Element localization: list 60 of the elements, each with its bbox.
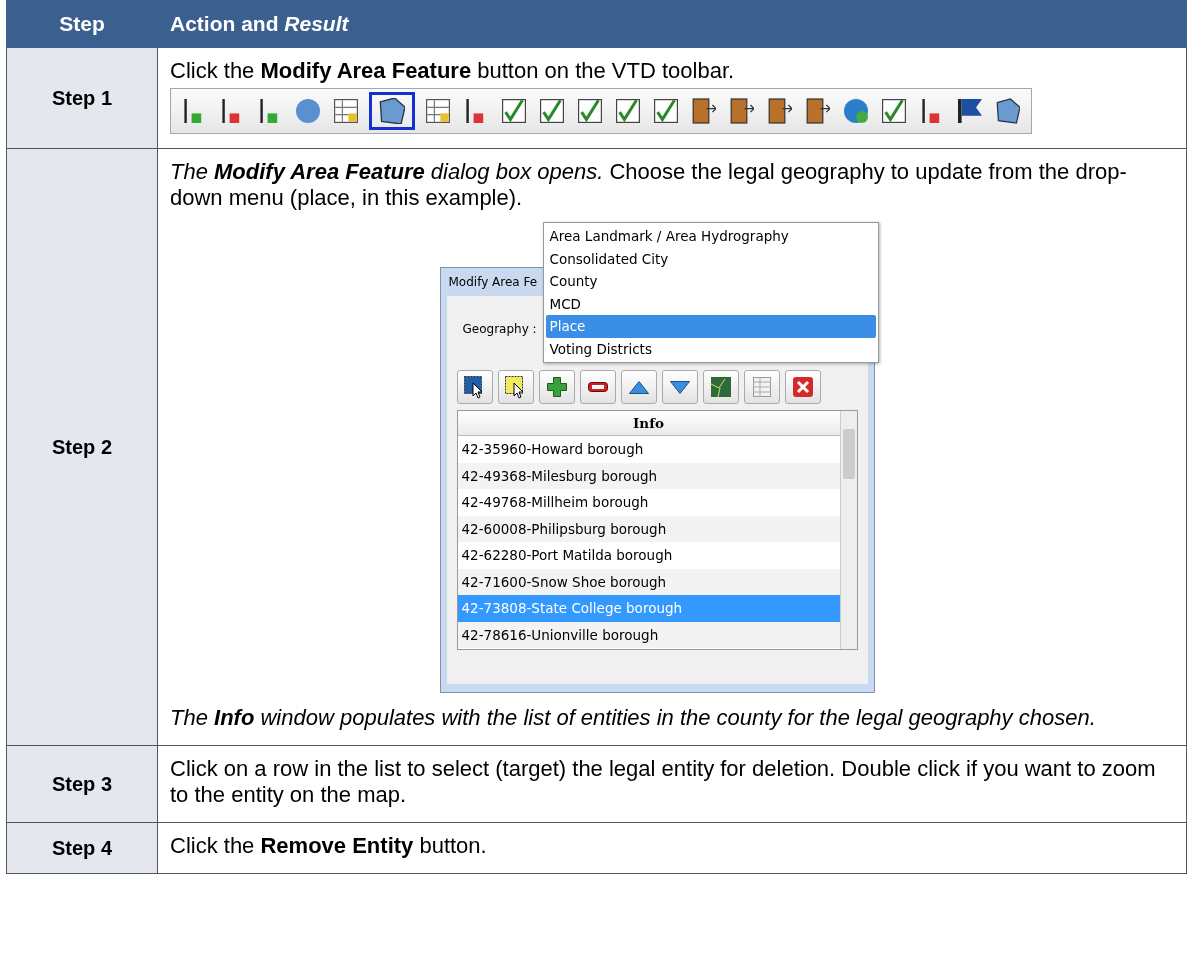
shape-tool-icon [379,98,405,124]
close-icon [792,377,813,397]
map-button[interactable] [702,370,739,404]
door-tool-icon [806,98,830,124]
down-button[interactable] [661,370,698,404]
instruction-text: Click the Remove Entity button. [170,833,488,859]
check-tool-icon [540,98,564,124]
check-tool-icon [502,98,526,124]
dropdown-option[interactable]: County [545,270,876,293]
check-tool-icon [578,98,602,124]
step-label: Step 1 [52,87,112,109]
up-button[interactable] [620,370,657,404]
scrollbar[interactable] [839,411,857,649]
plus-button[interactable] [538,370,575,404]
select-button[interactable] [497,370,534,404]
list-row[interactable]: 42-78616-Unionville borough [457,621,840,648]
dropdown-option[interactable]: MCD [545,292,876,315]
toolbar-button[interactable] [369,92,415,130]
dropdown-option[interactable]: Voting Districts [545,337,876,360]
step-label: Step 4 [52,837,112,859]
column-header: Action and Result [157,0,1187,48]
grid-icon [752,377,771,397]
list-row[interactable]: 42-62280-Port Matilda borough [457,542,840,569]
column-header: Step [6,0,158,48]
close-button[interactable] [784,370,821,404]
flag-tool-icon [958,98,982,124]
select-button[interactable] [456,370,493,404]
step-label: Step 3 [52,773,112,795]
check-tool-icon [616,98,640,124]
dialog-title: Modify Area Fe [448,275,538,289]
check-tool-icon [882,98,906,124]
door-tool-icon [692,98,716,124]
instruction-text: Click the Modify Area Feature button on the VTD toolbar. [170,58,736,84]
note-text: The Info window populates with the list of entities in the county for the legal geography chosen. [170,705,1097,731]
check-tool-icon [654,98,678,124]
instruction-text: The Modify Area Feature dialog box opens. Choose the legal geography to update from the drop-down menu (place, in this example). [170,159,1128,211]
circle-tool-icon [296,98,320,124]
list-row[interactable]: 42-60008-Philipsburg borough [457,515,840,542]
list-row[interactable]: 42-49768-Millheim borough [457,489,840,516]
plus-icon [546,377,567,397]
list-row[interactable]: 42-35960-Howard borough [457,436,840,463]
grid-tool-icon [334,98,358,124]
door-tool-icon [730,98,754,124]
list-row[interactable]: 42-49368-Milesburg borough [457,462,840,489]
grid-button[interactable] [743,370,780,404]
minus-button[interactable] [579,370,616,404]
map-icon [710,377,731,397]
step-label: Step 2 [52,436,112,458]
grid-tool-icon [426,98,450,124]
door-tool-icon [768,98,792,124]
minus-icon [587,382,608,392]
instruction-text: Click on a row in the list to select (target) the legal entity for deletion. Double click if you want to zoom to the entity on the map. [170,756,1157,808]
dropdown-option[interactable]: Area Landmark / Area Hydrography [545,225,876,248]
shape-tool-icon [996,98,1020,124]
geography-label: Geography : [462,322,537,336]
up-icon [628,380,649,394]
down-icon [669,380,690,394]
dropdown-option[interactable]: Consolidated City [545,247,876,270]
list-row[interactable]: 42-71600-Snow Shoe borough [457,568,840,595]
globe-tool-icon [844,98,868,124]
